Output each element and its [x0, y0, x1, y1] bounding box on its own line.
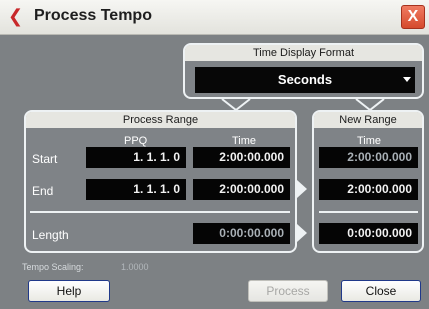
- ppq-column-header: PPQ: [124, 135, 148, 147]
- new-end-time-field[interactable]: 2:00:00.000: [319, 179, 418, 200]
- time-column-header: Time: [232, 135, 257, 147]
- process-tempo-dialog: ❮ Process Tempo X Time Display Format Se…: [0, 0, 429, 309]
- process-range-header: Process Range: [26, 112, 295, 128]
- tempo-scaling-value: 1.0000: [121, 262, 149, 272]
- new-range-time-column-header: Time: [357, 135, 382, 147]
- start-ppq-field[interactable]: 1. 1. 1. 0: [86, 147, 186, 168]
- end-time-field[interactable]: 2:00:00.000: [193, 179, 290, 200]
- new-range-header: New Range: [314, 112, 422, 128]
- start-label: Start: [32, 152, 58, 166]
- length-time-field: 0:00:00.000: [193, 223, 290, 244]
- length-label: Length: [32, 228, 69, 242]
- new-start-time-field: 2:00:00.000: [319, 147, 418, 168]
- end-arrow-icon: [297, 180, 307, 198]
- length-arrow-icon: [297, 224, 307, 242]
- end-label: End: [32, 184, 54, 198]
- connector-lines: [221, 98, 385, 112]
- tempo-scaling-label: Tempo Scaling:: [22, 262, 84, 272]
- process-range-divider: [30, 211, 290, 213]
- process-button[interactable]: Process: [248, 280, 328, 302]
- end-ppq-field[interactable]: 1. 1. 1. 0: [86, 179, 186, 200]
- start-time-field[interactable]: 2:00:00.000: [193, 147, 290, 168]
- new-length-time-field[interactable]: 0:00:00.000: [319, 223, 418, 244]
- help-button[interactable]: Help: [28, 280, 110, 302]
- close-button[interactable]: Close: [341, 280, 421, 302]
- new-range-divider: [319, 211, 418, 213]
